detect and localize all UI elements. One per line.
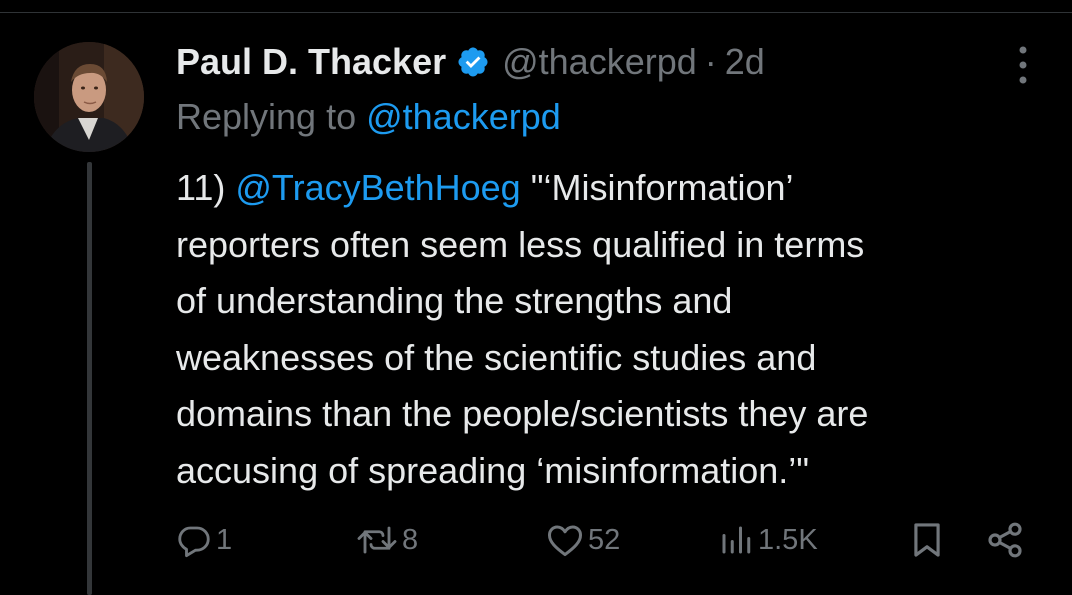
tweet-text-line: 11) @TracyBethHoeg "‘Misinformation’ (176, 160, 1046, 217)
tweet-text-prefix: 11) (176, 167, 236, 208)
tweet-header: Paul D. Thacker @thackerpd · 2d (176, 38, 765, 86)
tweet-timestamp[interactable]: 2d (725, 41, 765, 83)
avatar-photo (34, 42, 144, 152)
reply-icon (178, 526, 210, 558)
share-icon (988, 522, 1022, 558)
retweet-count: 8 (402, 523, 419, 556)
views-button[interactable]: 1.5K (718, 512, 818, 568)
bookmark-icon (914, 523, 940, 557)
verified-badge-icon[interactable] (456, 45, 490, 79)
author-display-name[interactable]: Paul D. Thacker (176, 41, 446, 83)
replying-to: Replying to @thackerpd (176, 96, 561, 138)
bookmark-button[interactable] (910, 512, 944, 568)
retweet-button[interactable]: 8 (356, 512, 418, 568)
like-icon (547, 525, 583, 557)
tweet-text-line: of understanding the strengths and (176, 280, 733, 321)
like-count: 52 (588, 523, 621, 556)
avatar[interactable] (34, 42, 144, 152)
replying-to-link[interactable]: @thackerpd (366, 96, 561, 137)
views-icon (722, 526, 751, 554)
share-button[interactable] (985, 512, 1025, 568)
top-divider (0, 0, 1072, 13)
reply-button[interactable]: 1 (176, 512, 232, 568)
tweet-text-line: reporters often seem less qualified in t… (176, 223, 865, 265)
tweet-text-line: weaknesses of the scientific studies and (176, 336, 817, 378)
tweet-text-line: accusing of spreading ‘misinformation.’" (176, 449, 810, 491)
like-button[interactable]: 52 (546, 512, 620, 568)
tweet-text-line: domains than the people/scientists they … (176, 393, 869, 434)
more-options-icon[interactable] (1010, 44, 1036, 86)
retweet-icon (357, 526, 397, 554)
replying-to-label: Replying to (176, 96, 367, 137)
tweet-text-first-line-rest: "‘Misinformation’ (520, 167, 794, 208)
tweet-action-bar: 1 8 52 1.5K (0, 512, 1072, 568)
tweet-body: 11) @TracyBethHoeg "‘Misinformation’ rep… (176, 160, 1046, 499)
views-count: 1.5K (758, 523, 818, 556)
author-handle[interactable]: @thackerpd (502, 41, 697, 83)
separator-dot: · (704, 41, 717, 82)
reply-count: 1 (216, 523, 233, 556)
mention-link[interactable]: @TracyBethHoeg (235, 167, 520, 208)
